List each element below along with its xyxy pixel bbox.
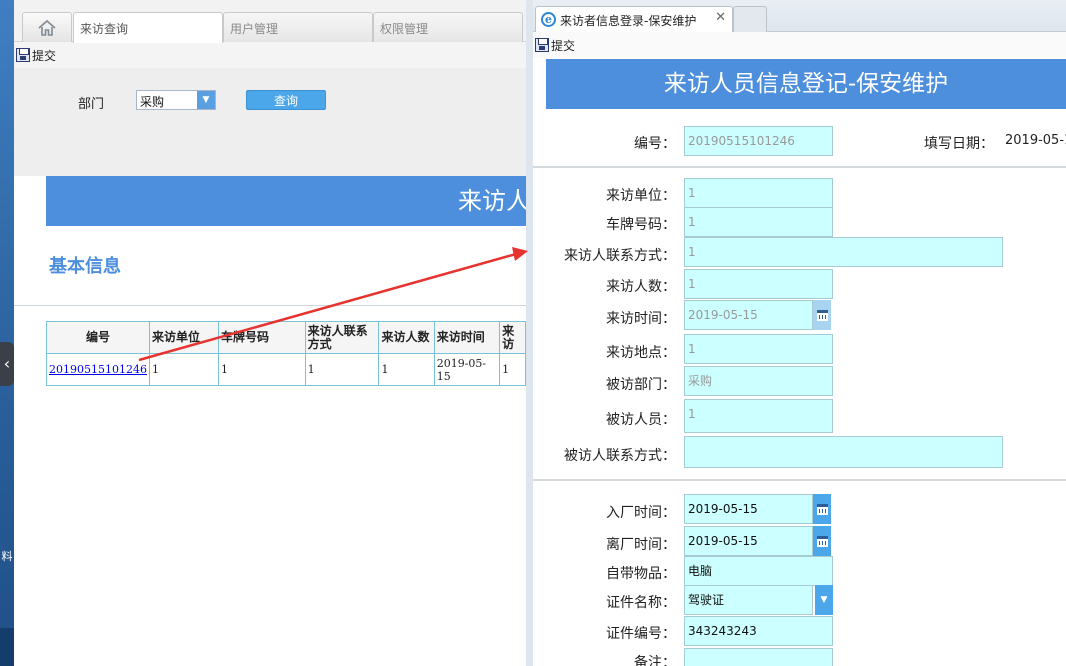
fill-date-label: 填写日期： xyxy=(924,136,994,152)
table-cell: 1 xyxy=(499,353,526,386)
save-icon[interactable] xyxy=(535,38,549,52)
plate-label: 车牌号码： xyxy=(606,217,676,233)
col-header-id: 编号 xyxy=(46,321,150,354)
enter-time-field[interactable]: 2019-05-15 xyxy=(684,494,813,524)
desktop-side-text: 料 xyxy=(1,550,13,563)
leave-time-field[interactable]: 2019-05-15 xyxy=(684,526,813,556)
id-field[interactable]: 20190515101246 xyxy=(684,126,833,156)
table-cell: 1 xyxy=(148,353,219,386)
popup-tab-bar: e 来访者信息登录-保安维护 ✕ xyxy=(533,0,1066,32)
main-window: 来访查询 用户管理 权限管理 提交 部门 采购 ▼ 查询 来访人 基本信息 编号… xyxy=(14,0,526,666)
unit-field[interactable]: 1 xyxy=(684,178,833,208)
cert-no-field[interactable]: 343243243 xyxy=(684,616,833,646)
col-header-contact: 来访人联系方式 xyxy=(304,321,380,354)
contact-field[interactable]: 1 xyxy=(684,237,1003,267)
query-button[interactable]: 查询 xyxy=(246,90,326,110)
submit-button[interactable]: 提交 xyxy=(32,47,56,64)
dept-select-value: 采购 xyxy=(140,95,165,109)
id-label: 编号： xyxy=(634,136,676,152)
calendar-icon xyxy=(816,503,828,515)
popup-toolbar: 提交 xyxy=(533,32,1066,58)
fill-date-value: 2019-05-15 xyxy=(1005,133,1066,148)
cert-name-select[interactable]: 驾驶证 xyxy=(684,585,813,615)
place-field[interactable]: 1 xyxy=(684,334,833,364)
table-cell: 1 xyxy=(217,353,306,386)
person-contact-label: 被访人联系方式： xyxy=(564,448,676,464)
count-field[interactable]: 1 xyxy=(684,269,833,299)
table-cell: 1 xyxy=(304,353,380,386)
col-header-count: 来访人数 xyxy=(378,321,435,354)
result-table: 编号 来访单位 车牌号码 来访人联系方式 来访人数 来访时间 来访 201905… xyxy=(46,321,526,386)
items-field[interactable]: 电脑 xyxy=(684,556,833,586)
popup-tab[interactable]: e 来访者信息登录-保安维护 ✕ xyxy=(535,6,733,32)
tab-visit-query[interactable]: 来访查询 xyxy=(73,12,223,43)
home-icon xyxy=(38,19,56,36)
person-contact-field[interactable] xyxy=(684,436,1003,468)
form-divider xyxy=(533,166,1066,168)
contact-label: 来访人联系方式： xyxy=(564,248,676,264)
place-label: 来访地点： xyxy=(606,345,676,361)
ie-icon: e xyxy=(541,12,556,27)
main-tab-bar: 来访查询 用户管理 权限管理 xyxy=(14,0,526,43)
col-header-visit: 来访 xyxy=(499,321,526,354)
main-banner: 来访人 xyxy=(46,176,526,226)
enter-time-label: 入厂时间： xyxy=(606,505,676,521)
filter-panel: 部门 采购 ▼ 查询 xyxy=(14,68,526,156)
table-cell: 1 xyxy=(378,353,435,386)
col-header-time: 来访时间 xyxy=(433,321,501,354)
chevron-down-icon[interactable]: ▼ xyxy=(197,91,215,109)
cell-id: 20190515101246 xyxy=(46,353,150,386)
plate-field[interactable]: 1 xyxy=(684,207,833,237)
dept-label: 部门 xyxy=(78,97,105,112)
form-title: 来访人员信息登记-保安维护 xyxy=(546,59,1066,109)
visit-time-calendar-button[interactable] xyxy=(813,300,831,330)
calendar-icon xyxy=(816,535,828,547)
visit-time-field[interactable]: 2019-05-15 xyxy=(684,300,813,330)
desktop-background xyxy=(0,0,14,666)
visit-time-label: 来访时间： xyxy=(606,311,676,327)
unit-label: 来访单位： xyxy=(606,188,676,204)
enter-time-calendar-button[interactable] xyxy=(813,494,831,524)
calendar-icon xyxy=(816,309,828,321)
cert-no-label: 证件编号： xyxy=(606,626,676,642)
count-label: 来访人数： xyxy=(606,279,676,295)
save-icon[interactable] xyxy=(16,48,30,62)
home-tab[interactable] xyxy=(22,12,72,42)
close-icon[interactable]: ✕ xyxy=(715,10,726,25)
filter-spacer xyxy=(14,156,526,176)
dept-select[interactable]: 采购 ▼ xyxy=(136,90,216,110)
cert-name-label: 证件名称： xyxy=(606,595,676,611)
tab-permission-management[interactable]: 权限管理 xyxy=(373,12,523,42)
popup-window: e 来访者信息登录-保安维护 ✕ 提交 来访人员信息登记-保安维护 编号： 20… xyxy=(526,0,1066,666)
leave-time-calendar-button[interactable] xyxy=(813,526,831,556)
tab-user-management[interactable]: 用户管理 xyxy=(223,12,373,42)
main-toolbar: 提交 xyxy=(14,42,526,68)
table-header-row: 编号 来访单位 车牌号码 来访人联系方式 来访人数 来访时间 来访 xyxy=(46,321,526,354)
record-id-link[interactable]: 20190515101246 xyxy=(49,363,147,376)
dept-label-popup: 被访部门： xyxy=(606,377,676,393)
remark-field[interactable] xyxy=(684,648,833,666)
side-collapse-chevron-icon[interactable]: ‹ xyxy=(0,342,14,386)
items-label: 自带物品： xyxy=(606,566,676,582)
section-title: 基本信息 xyxy=(49,256,121,277)
person-label: 被访人员： xyxy=(606,412,676,428)
table-row: 20190515101246 1 1 1 1 2019-05-15 1 xyxy=(46,353,526,386)
person-field[interactable]: 1 xyxy=(684,399,833,433)
taskbar-fragment xyxy=(0,628,14,666)
section-divider xyxy=(14,305,526,306)
col-header-unit: 来访单位 xyxy=(148,321,219,354)
popup-submit-button[interactable]: 提交 xyxy=(551,37,575,54)
new-tab[interactable] xyxy=(733,6,767,32)
form-divider xyxy=(533,479,1066,481)
chevron-down-icon[interactable]: ▼ xyxy=(815,585,833,615)
dept-field[interactable]: 采购 xyxy=(684,366,833,396)
popup-tab-title: 来访者信息登录-保安维护 xyxy=(560,14,697,28)
leave-time-label: 离厂时间： xyxy=(606,537,676,553)
table-cell: 2019-05-15 xyxy=(433,353,501,386)
remark-label: 备注： xyxy=(634,655,676,666)
col-header-plate: 车牌号码 xyxy=(217,321,306,354)
